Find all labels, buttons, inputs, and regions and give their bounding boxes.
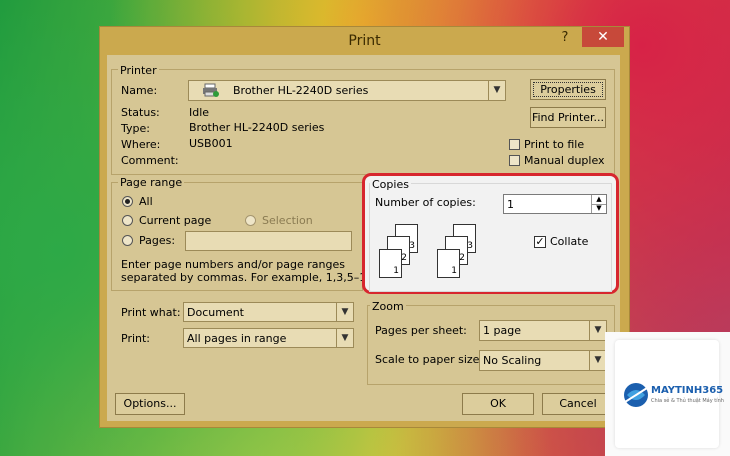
selection-label[interactable]: Selection [262,214,313,227]
print-value: All pages in range [187,332,287,345]
printer-group-label: Printer [118,64,159,77]
collate-pages-icon-a: 3 2 1 [377,224,423,280]
print-what-label: Print what: [121,306,181,319]
print-label: Print: [121,332,151,345]
print-what-value: Document [187,306,244,319]
print-to-file-label[interactable]: Print to file [524,138,584,151]
pages-label[interactable]: Pages: [139,234,175,247]
print-what-select[interactable]: Document ▼ [183,302,354,322]
properties-button[interactable]: Properties [530,79,606,100]
printer-name-select[interactable]: Brother HL-2240D series ▼ [188,80,506,101]
status-label: Status: [121,106,160,119]
print-select[interactable]: All pages in range ▼ [183,328,354,348]
copies-group-highlight: Copies Number of copies: 1 ▲ ▼ 3 2 1 3 2… [362,173,619,294]
watermark-tagline: Chia sẻ & Thủ thuật Máy tính [651,398,724,404]
type-label: Type: [121,122,150,135]
number-of-copies-label: Number of copies: [375,196,476,209]
page-range-help-line1: Enter page numbers and/or page ranges [121,258,345,271]
collate-label[interactable]: Collate [550,235,588,248]
zoom-group [367,305,615,385]
title-bar[interactable]: Print ? ✕ [100,27,629,55]
selection-radio[interactable] [245,215,256,226]
collate-checkbox[interactable]: ✓ [534,236,546,248]
dialog-title: Print [348,33,381,49]
pages-per-sheet-label: Pages per sheet: [375,324,467,337]
options-button[interactable]: Options... [115,393,185,415]
current-page-radio[interactable] [122,215,133,226]
where-label: Where: [121,138,161,151]
page-number: 3 [409,241,415,251]
help-button[interactable]: ? [554,30,576,48]
all-radio[interactable] [122,196,133,207]
page-number: 1 [393,266,399,276]
chevron-down-icon[interactable]: ▼ [488,81,505,100]
pages-per-sheet-select[interactable]: 1 page ▼ [479,320,607,341]
scale-value: No Scaling [483,354,542,367]
print-to-file-checkbox[interactable] [509,139,520,150]
page-range-help-line2: separated by commas. For example, 1,3,5–… [121,271,374,284]
scale-select[interactable]: No Scaling ▼ [479,350,607,371]
close-button[interactable]: ✕ [582,27,624,47]
type-value: Brother HL-2240D series [189,121,325,134]
ok-button[interactable]: OK [462,393,534,415]
globe-logo-icon [624,383,648,407]
all-label[interactable]: All [139,195,153,208]
page-number: 2 [459,253,465,263]
manual-duplex-checkbox[interactable] [509,155,520,166]
printer-name-value: Brother HL-2240D series [233,84,369,97]
where-value: USB001 [189,137,233,150]
name-label: Name: [121,84,158,97]
comment-label: Comment: [121,154,179,167]
page-range-label: Page range [118,176,185,189]
chevron-down-icon[interactable]: ▼ [589,321,606,340]
cancel-button[interactable]: Cancel [542,393,614,415]
page-number: 3 [467,241,473,251]
chevron-down-icon[interactable]: ▼ [336,329,353,347]
printer-icon [203,83,219,97]
pages-per-sheet-value: 1 page [483,324,521,337]
watermark-card: MAYTINH365 Chia sẻ & Thủ thuật Máy tính [615,340,724,448]
number-of-copies-spinner[interactable]: 1 ▲ ▼ [503,194,607,214]
find-printer-button[interactable]: Find Printer... [530,107,606,128]
current-page-label[interactable]: Current page [139,214,211,227]
scale-label: Scale to paper size: [375,353,484,366]
watermark-panel: MAYTINH365 Chia sẻ & Thủ thuật Máy tính [605,332,730,456]
watermark-brand: MAYTINH365 [651,385,724,396]
manual-duplex-label[interactable]: Manual duplex [524,154,605,167]
page-number: 2 [401,253,407,263]
chevron-down-icon[interactable]: ▼ [336,303,353,321]
spin-down-icon[interactable]: ▼ [591,204,606,213]
number-of-copies-value: 1 [507,198,514,211]
pages-radio[interactable] [122,235,133,246]
zoom-label: Zoom [370,300,406,313]
page-number: 1 [451,266,457,276]
status-value: Idle [189,106,210,119]
pages-input[interactable] [185,231,352,251]
chevron-down-icon[interactable]: ▼ [589,351,606,370]
collate-pages-icon-b: 3 2 1 [435,224,481,280]
copies-label: Copies [370,178,411,191]
